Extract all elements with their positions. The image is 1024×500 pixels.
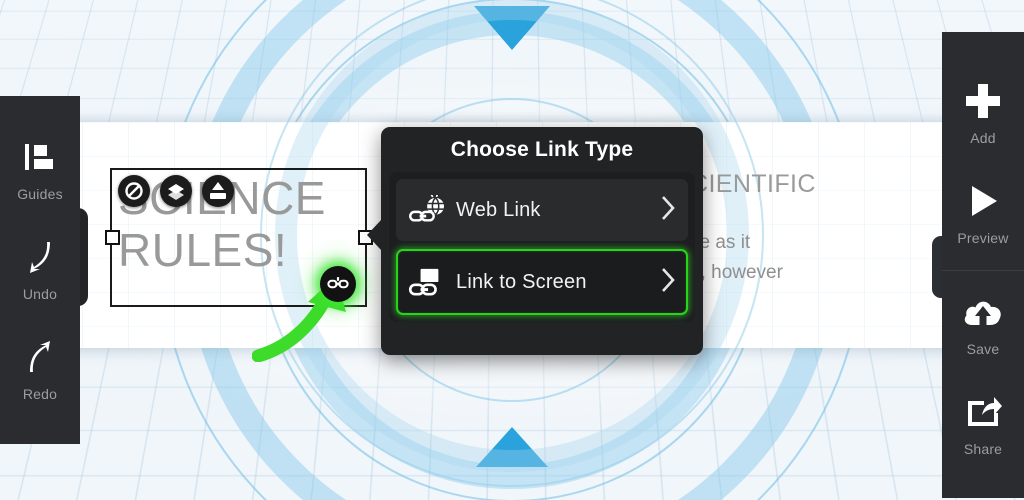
toolbar-label-add: Add bbox=[970, 130, 996, 146]
toolbar-item-guides[interactable]: Guides bbox=[0, 118, 80, 218]
toolbar-label-redo: Redo bbox=[22, 386, 58, 402]
selected-object-text: SCIENCE RULES! bbox=[118, 172, 325, 276]
toolbar-item-undo[interactable]: Undo bbox=[0, 218, 80, 318]
dialog-option-label-web-link: Web Link bbox=[456, 198, 541, 221]
delete-object-icon[interactable] bbox=[118, 175, 150, 207]
share-export-icon bbox=[964, 389, 1002, 435]
chevron-right-icon bbox=[660, 194, 676, 227]
plus-icon bbox=[963, 78, 1003, 124]
toolbar-label-undo: Undo bbox=[22, 286, 58, 302]
layer-order-icon[interactable] bbox=[160, 175, 192, 207]
dialog-option-link-to-screen[interactable]: Link to Screen bbox=[396, 249, 688, 315]
artboard-body-line-1: se as it bbox=[690, 232, 751, 253]
toolbar-label-save: Save bbox=[966, 341, 1000, 357]
artboard-heading-text: CIENTIFIC bbox=[690, 170, 816, 198]
dialog-option-web-link[interactable]: Web Link bbox=[396, 179, 688, 241]
toolbar-item-add[interactable]: Add bbox=[943, 62, 1023, 162]
undo-arrow-icon bbox=[23, 234, 57, 280]
artboard-body-line-2: n, however bbox=[690, 262, 783, 283]
toolbar-item-share[interactable]: Share bbox=[943, 373, 1023, 473]
guides-icon bbox=[23, 134, 57, 180]
send-to-front-icon[interactable] bbox=[202, 175, 234, 207]
toolbar-item-save[interactable]: Save bbox=[943, 273, 1023, 373]
dialog-option-list: Web Link Link to Screen bbox=[389, 172, 695, 322]
dialog-option-label-link-to-screen: Link to Screen bbox=[456, 270, 587, 293]
toolbar-label-preview: Preview bbox=[957, 230, 1009, 246]
left-toolbar: Guides Undo Redo bbox=[0, 96, 80, 444]
toolbar-item-preview[interactable]: Preview bbox=[943, 162, 1023, 262]
toolbar-label-share: Share bbox=[963, 441, 1003, 457]
toolbar-divider bbox=[942, 270, 1024, 271]
globe-link-icon bbox=[408, 195, 456, 225]
play-icon bbox=[965, 178, 1001, 224]
chevron-right-icon bbox=[660, 266, 676, 299]
right-toolbar: Add Preview Save Share bbox=[942, 32, 1024, 498]
redo-arrow-icon bbox=[23, 334, 57, 380]
app-screen: CIENTIFIC se as it n, however SCIENCE RU… bbox=[0, 0, 1024, 500]
object-link-icon[interactable] bbox=[320, 266, 356, 302]
toolbar-item-redo[interactable]: Redo bbox=[0, 318, 80, 418]
resize-handle-left[interactable] bbox=[105, 230, 120, 245]
toolbar-label-guides: Guides bbox=[17, 186, 63, 202]
artboard-body-text: se as it n, however bbox=[690, 228, 940, 288]
dialog-pointer bbox=[367, 219, 382, 251]
screen-link-icon bbox=[408, 267, 456, 297]
cloud-upload-icon bbox=[962, 289, 1004, 335]
choose-link-type-dialog: Choose Link Type Web Link Link to Screen bbox=[367, 127, 703, 355]
dialog-title: Choose Link Type bbox=[450, 138, 634, 161]
